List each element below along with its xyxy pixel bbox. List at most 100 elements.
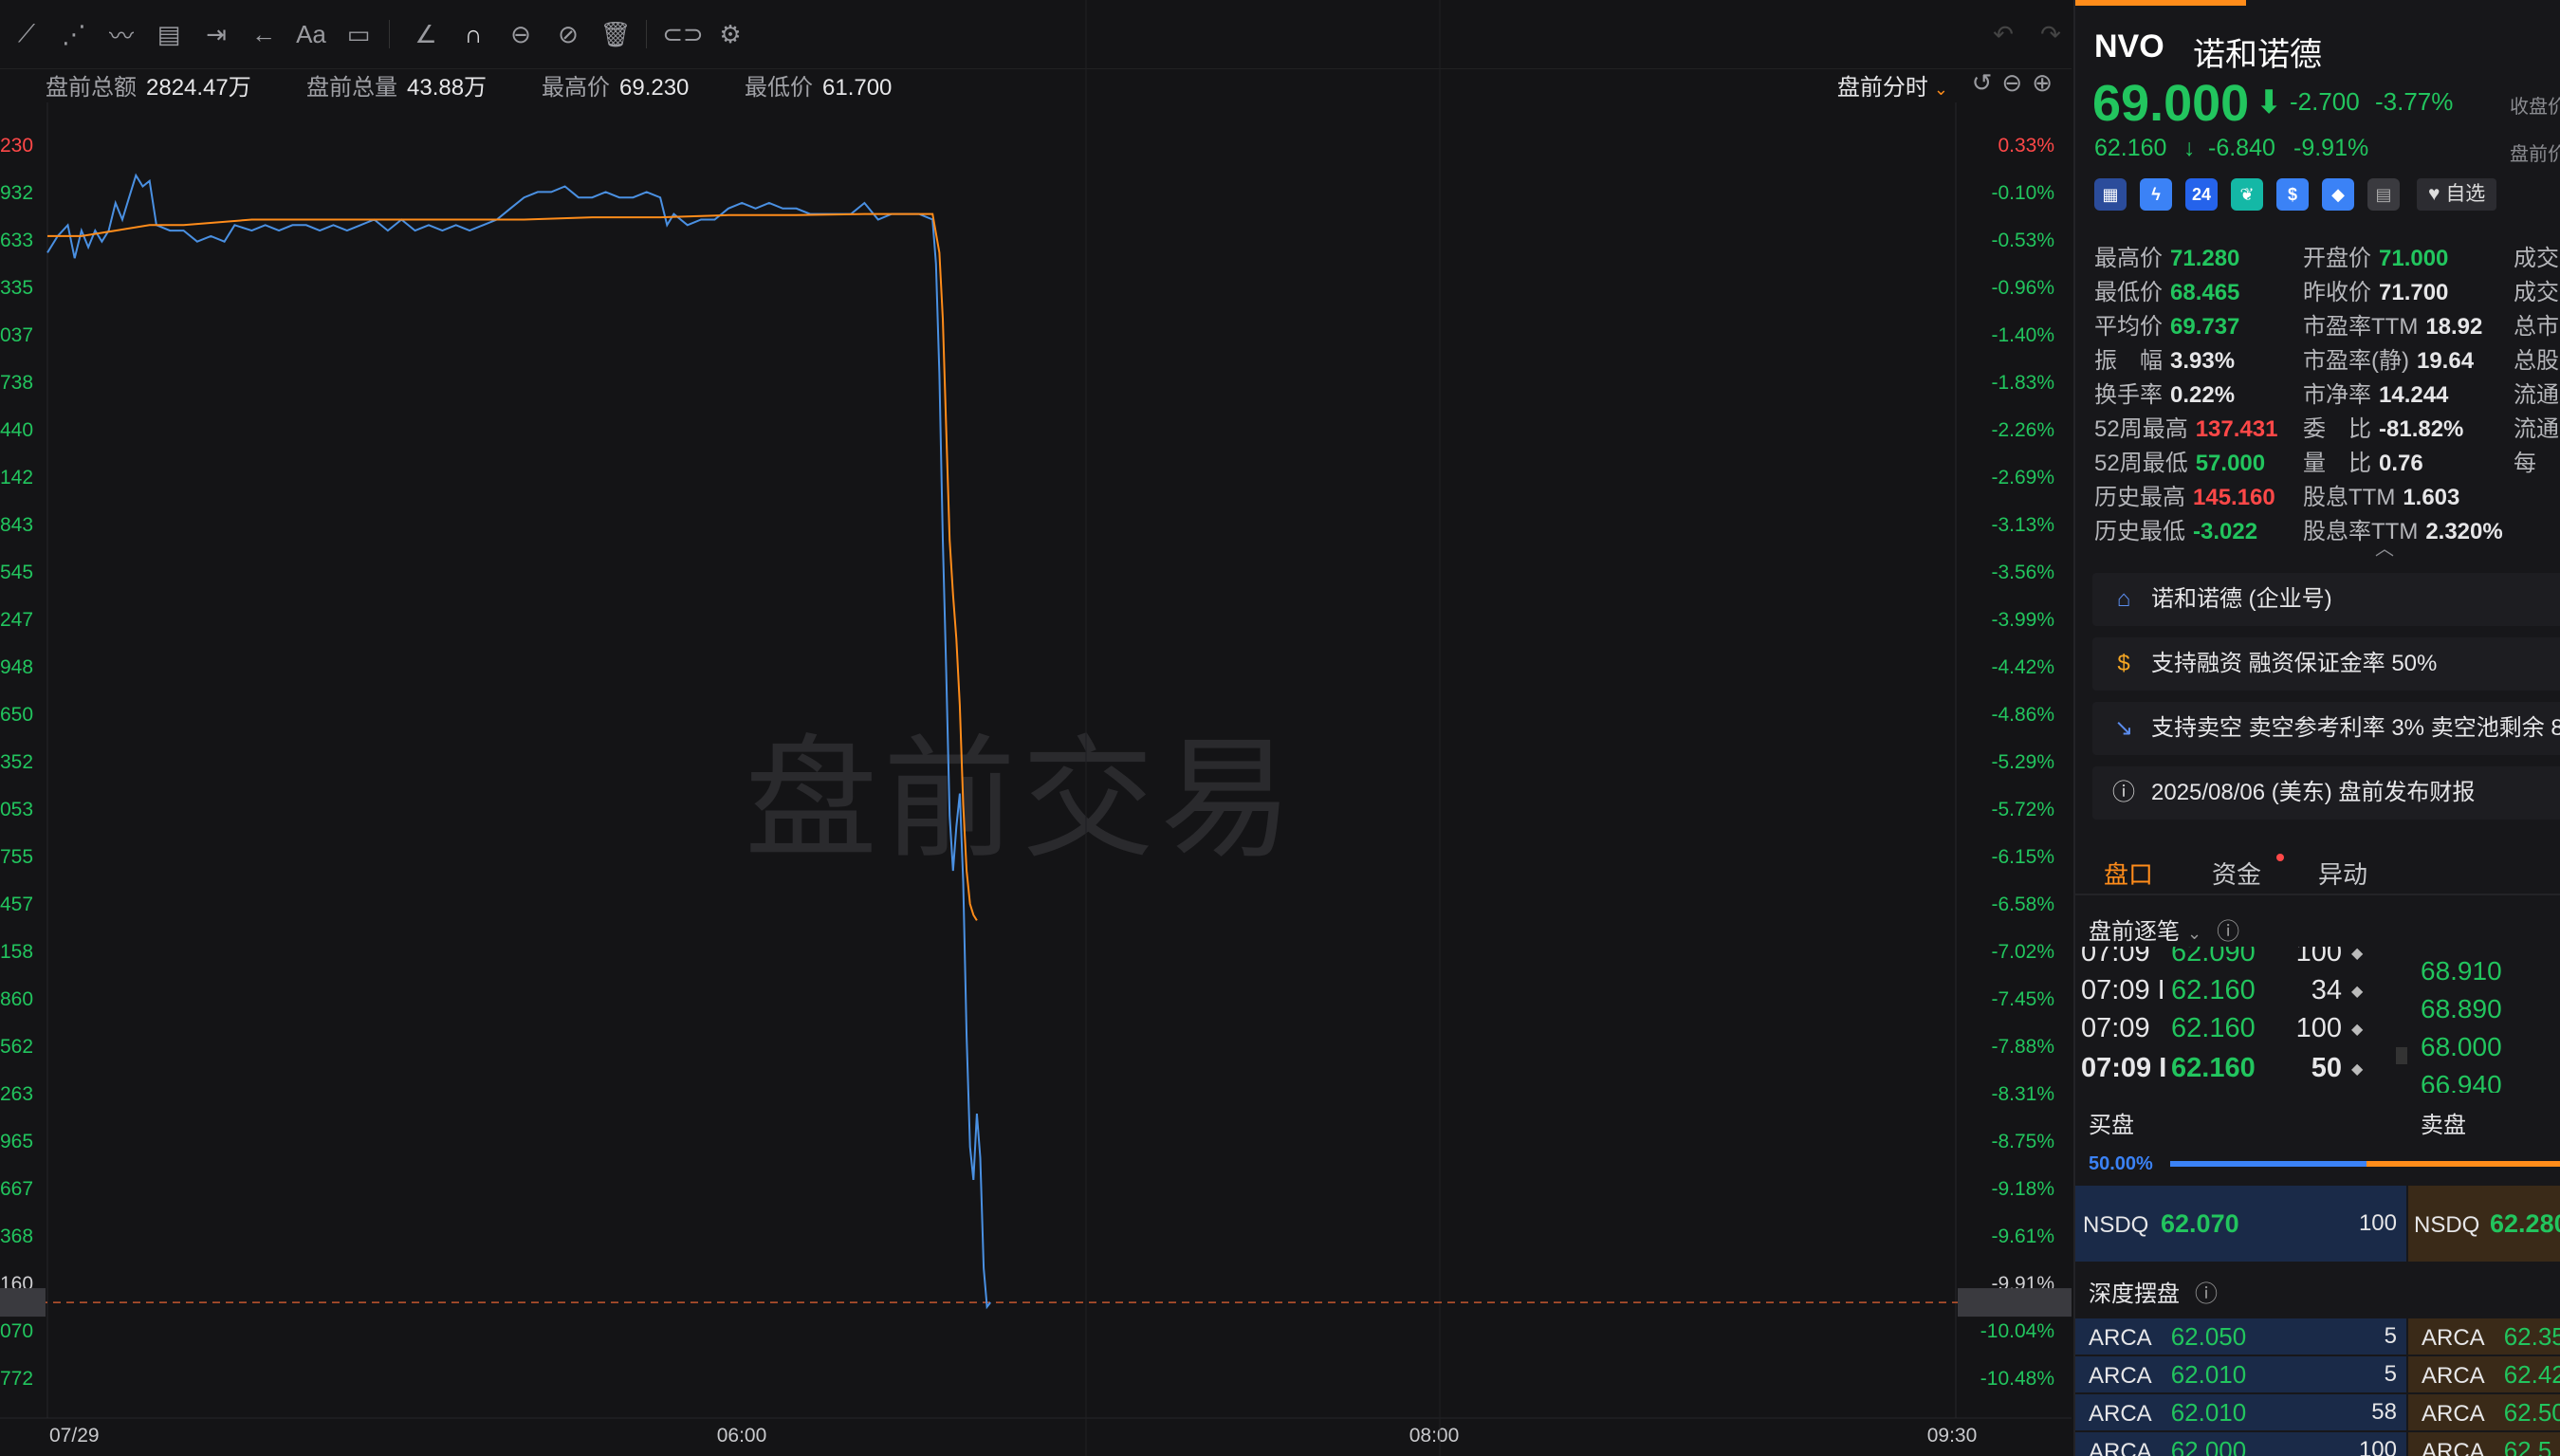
left-axis-label: 440 xyxy=(0,419,33,441)
depth-bid-row: ARCA 62.010 5 xyxy=(2075,1356,2406,1392)
price-level: 66.940 xyxy=(2421,1070,2502,1099)
info-row-text: 支持融资 融资保证金率 50% xyxy=(2151,651,2438,676)
nbbo-bid: NSDQ 62.070 100 xyxy=(2075,1186,2406,1262)
tick-list-scrollbar[interactable] xyxy=(2396,1047,2407,1064)
depth-bid-size: 5 xyxy=(2384,1323,2397,1349)
metric-left-label: 振 幅 xyxy=(2094,348,2163,374)
margin-icon: $ xyxy=(2117,651,2130,676)
tick-volume: 100 xyxy=(2295,1013,2342,1043)
tick-time: 07:09 xyxy=(2081,1013,2150,1043)
info-row-text: 2025/08/06 (美东) 盘前发布财报 xyxy=(2151,780,2476,805)
info-row[interactable]: ⓘ 2025/08/06 (美东) 盘前发布财报 xyxy=(2092,766,2560,820)
current-price-tag-left xyxy=(0,1288,46,1318)
24h-icon[interactable]: 24 xyxy=(2185,178,2218,211)
right-axis-label: -0.53% xyxy=(1991,230,2054,251)
metric-mid: 量 比 0.76 xyxy=(2303,444,2423,477)
x-axis-label: 07/29 xyxy=(49,1425,100,1447)
flash-icon[interactable]: ϟ xyxy=(2140,178,2172,211)
tick-price: 62.160 xyxy=(2171,975,2256,1005)
right-axis-label: -9.18% xyxy=(1991,1178,2054,1200)
metric-right-label: 每 手 xyxy=(2514,451,2560,476)
last-price: 69.000 xyxy=(2092,75,2250,132)
metric-left-label: 52周最高 xyxy=(2094,416,2188,442)
left-axis-label: 843 xyxy=(0,514,33,536)
metric-mid-value: 18.92 xyxy=(2425,314,2483,340)
tab-1[interactable]: 资金 xyxy=(2212,856,2261,891)
info-row[interactable]: ↘ 支持卖空 卖空参考利率 3% 卖空池剩余 8 xyxy=(2092,702,2560,755)
info-icon[interactable]: ⓘ xyxy=(2217,919,2239,945)
depth-ask-exchange: ARCA xyxy=(2422,1363,2485,1389)
tick-time: 07:09 I xyxy=(2081,1053,2167,1083)
metric-left-label: 最低价 xyxy=(2094,280,2163,305)
tick-price: 62.160 xyxy=(2171,1053,2256,1083)
tick-list-title-text: 盘前逐笔 xyxy=(2089,919,2180,945)
right-axis-label: -7.45% xyxy=(1991,988,2054,1010)
depth-bid-row: ARCA 62.000 100 xyxy=(2075,1432,2406,1456)
tick-price: 62.160 xyxy=(2171,1013,2256,1043)
price-down-arrow-icon: ⬇ xyxy=(2256,84,2283,120)
collapse-chevron-icon[interactable]: ︿ xyxy=(2375,533,2394,561)
right-axis-label: -1.40% xyxy=(1991,324,2054,346)
x-axis-label: 08:00 xyxy=(1409,1425,1460,1447)
info-row[interactable]: ⌂ 诺和诺德 (企业号) xyxy=(2092,573,2560,626)
right-axis-label: -8.31% xyxy=(1991,1083,2054,1105)
depth-ask-price: 62.35 xyxy=(2503,1322,2560,1351)
price-level: 68.000 xyxy=(2421,1032,2502,1061)
metric-mid: 委 比 -81.82% xyxy=(2303,410,2463,443)
tab-0[interactable]: 盘口 xyxy=(2104,856,2153,891)
depth-ask-exchange: ARCA xyxy=(2422,1401,2485,1427)
metric-left: 历史最低 -3.022 xyxy=(2094,512,2257,545)
price-change-pct: -3.77% xyxy=(2375,87,2454,116)
left-axis-label: 142 xyxy=(0,467,33,488)
tick-row: 07:09 62.160 100 ◆ xyxy=(2081,1013,2363,1044)
chart-pane[interactable]: ⟋ ⋰ 〰 ▤ ⇥ ← Aa ▭ ∠ ∩ ⊖ ⊘ 🗑 ⊂⊃ ⚙ ↶ ↷ 盘前总额… xyxy=(0,0,2072,1456)
nbbo-ask-exchange: NSDQ xyxy=(2414,1212,2480,1238)
price-chart[interactable]: 230 932 633 335 037 738 440 142 843 545 247 948 650 3… xyxy=(0,0,2072,1456)
leaf-icon[interactable]: ❦ xyxy=(2231,178,2263,211)
doc-icon[interactable]: ▤ xyxy=(2367,178,2400,211)
dollar-icon[interactable]: $ xyxy=(2276,178,2309,211)
tick-direction-icon: ◆ xyxy=(2351,1022,2364,1039)
metric-mid-label: 量 比 xyxy=(2303,451,2371,476)
left-axis-label: 633 xyxy=(0,230,33,251)
us-flag-icon: ▦ xyxy=(2094,178,2127,211)
info-row[interactable]: $ 支持融资 融资保证金率 50% xyxy=(2092,637,2560,691)
stock-name: 诺和诺德 xyxy=(2193,37,2322,73)
tick-volume: 34 xyxy=(2311,975,2342,1005)
metric-left-value: 68.465 xyxy=(2170,280,2240,305)
left-axis-label: 860 xyxy=(0,988,33,1010)
tag-icon[interactable]: ◆ xyxy=(2322,178,2354,211)
price-change: -2.700 xyxy=(2290,87,2360,116)
left-axis-label: 932 xyxy=(0,182,33,204)
depth-bid-price: 62.000 xyxy=(2170,1436,2247,1456)
metric-mid: 股息TTM 1.603 xyxy=(2303,478,2459,511)
metric-left: 振 幅 3.93% xyxy=(2094,341,2235,375)
tick-list-title[interactable]: 盘前逐笔 ⌄ ⓘ xyxy=(2089,912,2239,946)
metric-left-label: 历史最高 xyxy=(2094,485,2185,510)
right-axis-label: -9.61% xyxy=(1991,1226,2054,1247)
metric-left-label: 52周最低 xyxy=(2094,451,2188,476)
metric-mid-value: 1.603 xyxy=(2403,485,2460,510)
metric-right-label: 成交 xyxy=(2514,246,2559,271)
metric-mid-label: 股息TTM xyxy=(2303,485,2396,510)
depth-bid-exchange: ARCA xyxy=(2089,1439,2152,1456)
depth-ask-row: ARCA 62.50 xyxy=(2408,1394,2560,1430)
bid-ratio: 50.00% xyxy=(2089,1153,2153,1174)
tab-2[interactable]: 异动 xyxy=(2318,856,2367,891)
left-axis-label: 263 xyxy=(0,1083,33,1105)
metric-mid-value: 14.244 xyxy=(2379,382,2449,408)
depth-bid-size: 58 xyxy=(2371,1399,2397,1425)
right-axis-label: -0.96% xyxy=(1991,277,2054,299)
metric-left-label: 换手率 xyxy=(2094,382,2163,408)
metric-mid-label: 市净率 xyxy=(2303,382,2371,408)
left-axis-label: 352 xyxy=(0,751,33,773)
right-axis-label: -6.15% xyxy=(1991,846,2054,868)
heart-icon: ♥ xyxy=(2428,183,2446,205)
depth-ask-price: 62.42 xyxy=(2503,1360,2560,1389)
right-axis-label: -0.10% xyxy=(1991,182,2054,204)
metric-left: 52周最低 57.000 xyxy=(2094,444,2265,477)
watchlist-button[interactable]: ♥ 自选 xyxy=(2417,178,2497,211)
tick-row: 07:09 I 62.160 50 ◆ xyxy=(2081,1053,2363,1084)
info-icon[interactable]: ⓘ xyxy=(2195,1281,2218,1307)
quote-side-panel: NVO 诺和诺德 69.000 ⬇ -2.700 -3.77% 收盘价 62.1… xyxy=(2073,0,2560,1456)
